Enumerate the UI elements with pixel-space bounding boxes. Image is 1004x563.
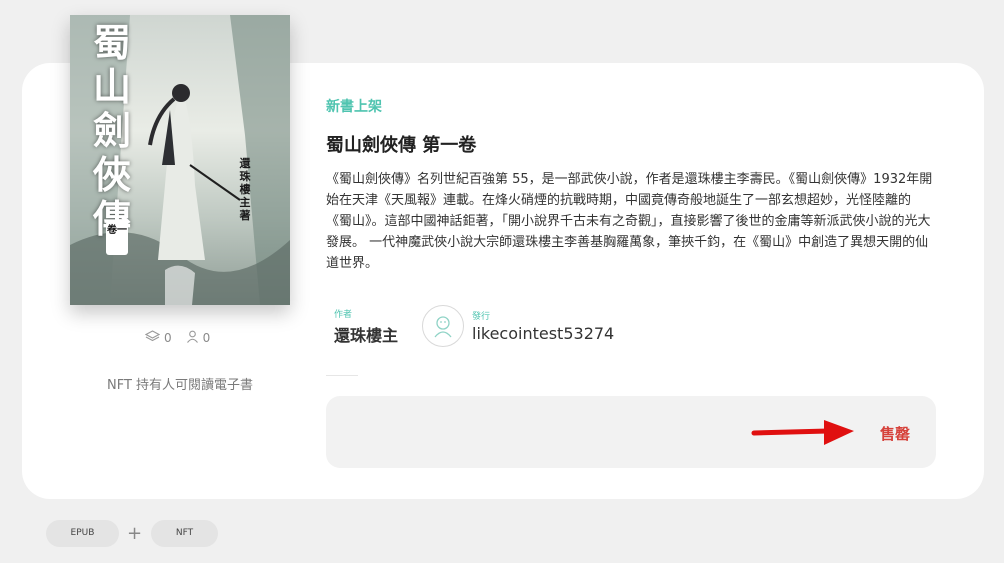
new-release-label: 新書上架 xyxy=(326,99,382,115)
format-epub-badge: EPUB xyxy=(46,520,119,547)
publisher-block[interactable]: 發行 likecointest53274 xyxy=(422,305,614,347)
owners-stat: 0 xyxy=(186,330,211,346)
avatar-icon xyxy=(434,316,452,338)
format-nft-badge: NFT xyxy=(151,520,218,547)
book-description: 《蜀山劍俠傳》名列世紀百強第 55，是一部武俠小說，作者是還珠樓主李壽民。《蜀山… xyxy=(326,172,933,271)
collected-count: 0 xyxy=(164,331,172,345)
book-stats: 0 0 xyxy=(144,330,211,346)
author-name: 還珠樓主 xyxy=(334,326,399,345)
owners-count: 0 xyxy=(202,331,211,345)
book-title: 蜀山劍俠傳 第一卷 xyxy=(326,135,477,156)
cover-title: 蜀山劍俠傳 xyxy=(92,20,131,241)
user-icon xyxy=(186,330,199,346)
avatar xyxy=(422,305,464,347)
publisher-label: 發行 xyxy=(472,312,491,322)
author-label: 作者 xyxy=(334,310,353,320)
divider xyxy=(326,375,358,376)
nft-reader-note: NFT 持有人可閱讀電子書 xyxy=(106,378,254,393)
cover-author: 還珠樓主著 xyxy=(239,157,251,222)
plus-icon: + xyxy=(127,523,143,544)
author-block[interactable]: 作者 還珠樓主 xyxy=(334,307,398,346)
cover-volume: 卷一 xyxy=(106,221,128,255)
collected-stat: 0 xyxy=(144,330,172,346)
red-arrow-icon xyxy=(751,420,854,445)
sold-out-button[interactable]: 售罄 xyxy=(880,423,910,444)
layers-icon xyxy=(144,330,161,346)
book-cover[interactable]: 蜀山劍俠傳 還珠樓主著 卷一 xyxy=(70,15,290,305)
publisher-name: likecointest53274 xyxy=(472,324,615,343)
